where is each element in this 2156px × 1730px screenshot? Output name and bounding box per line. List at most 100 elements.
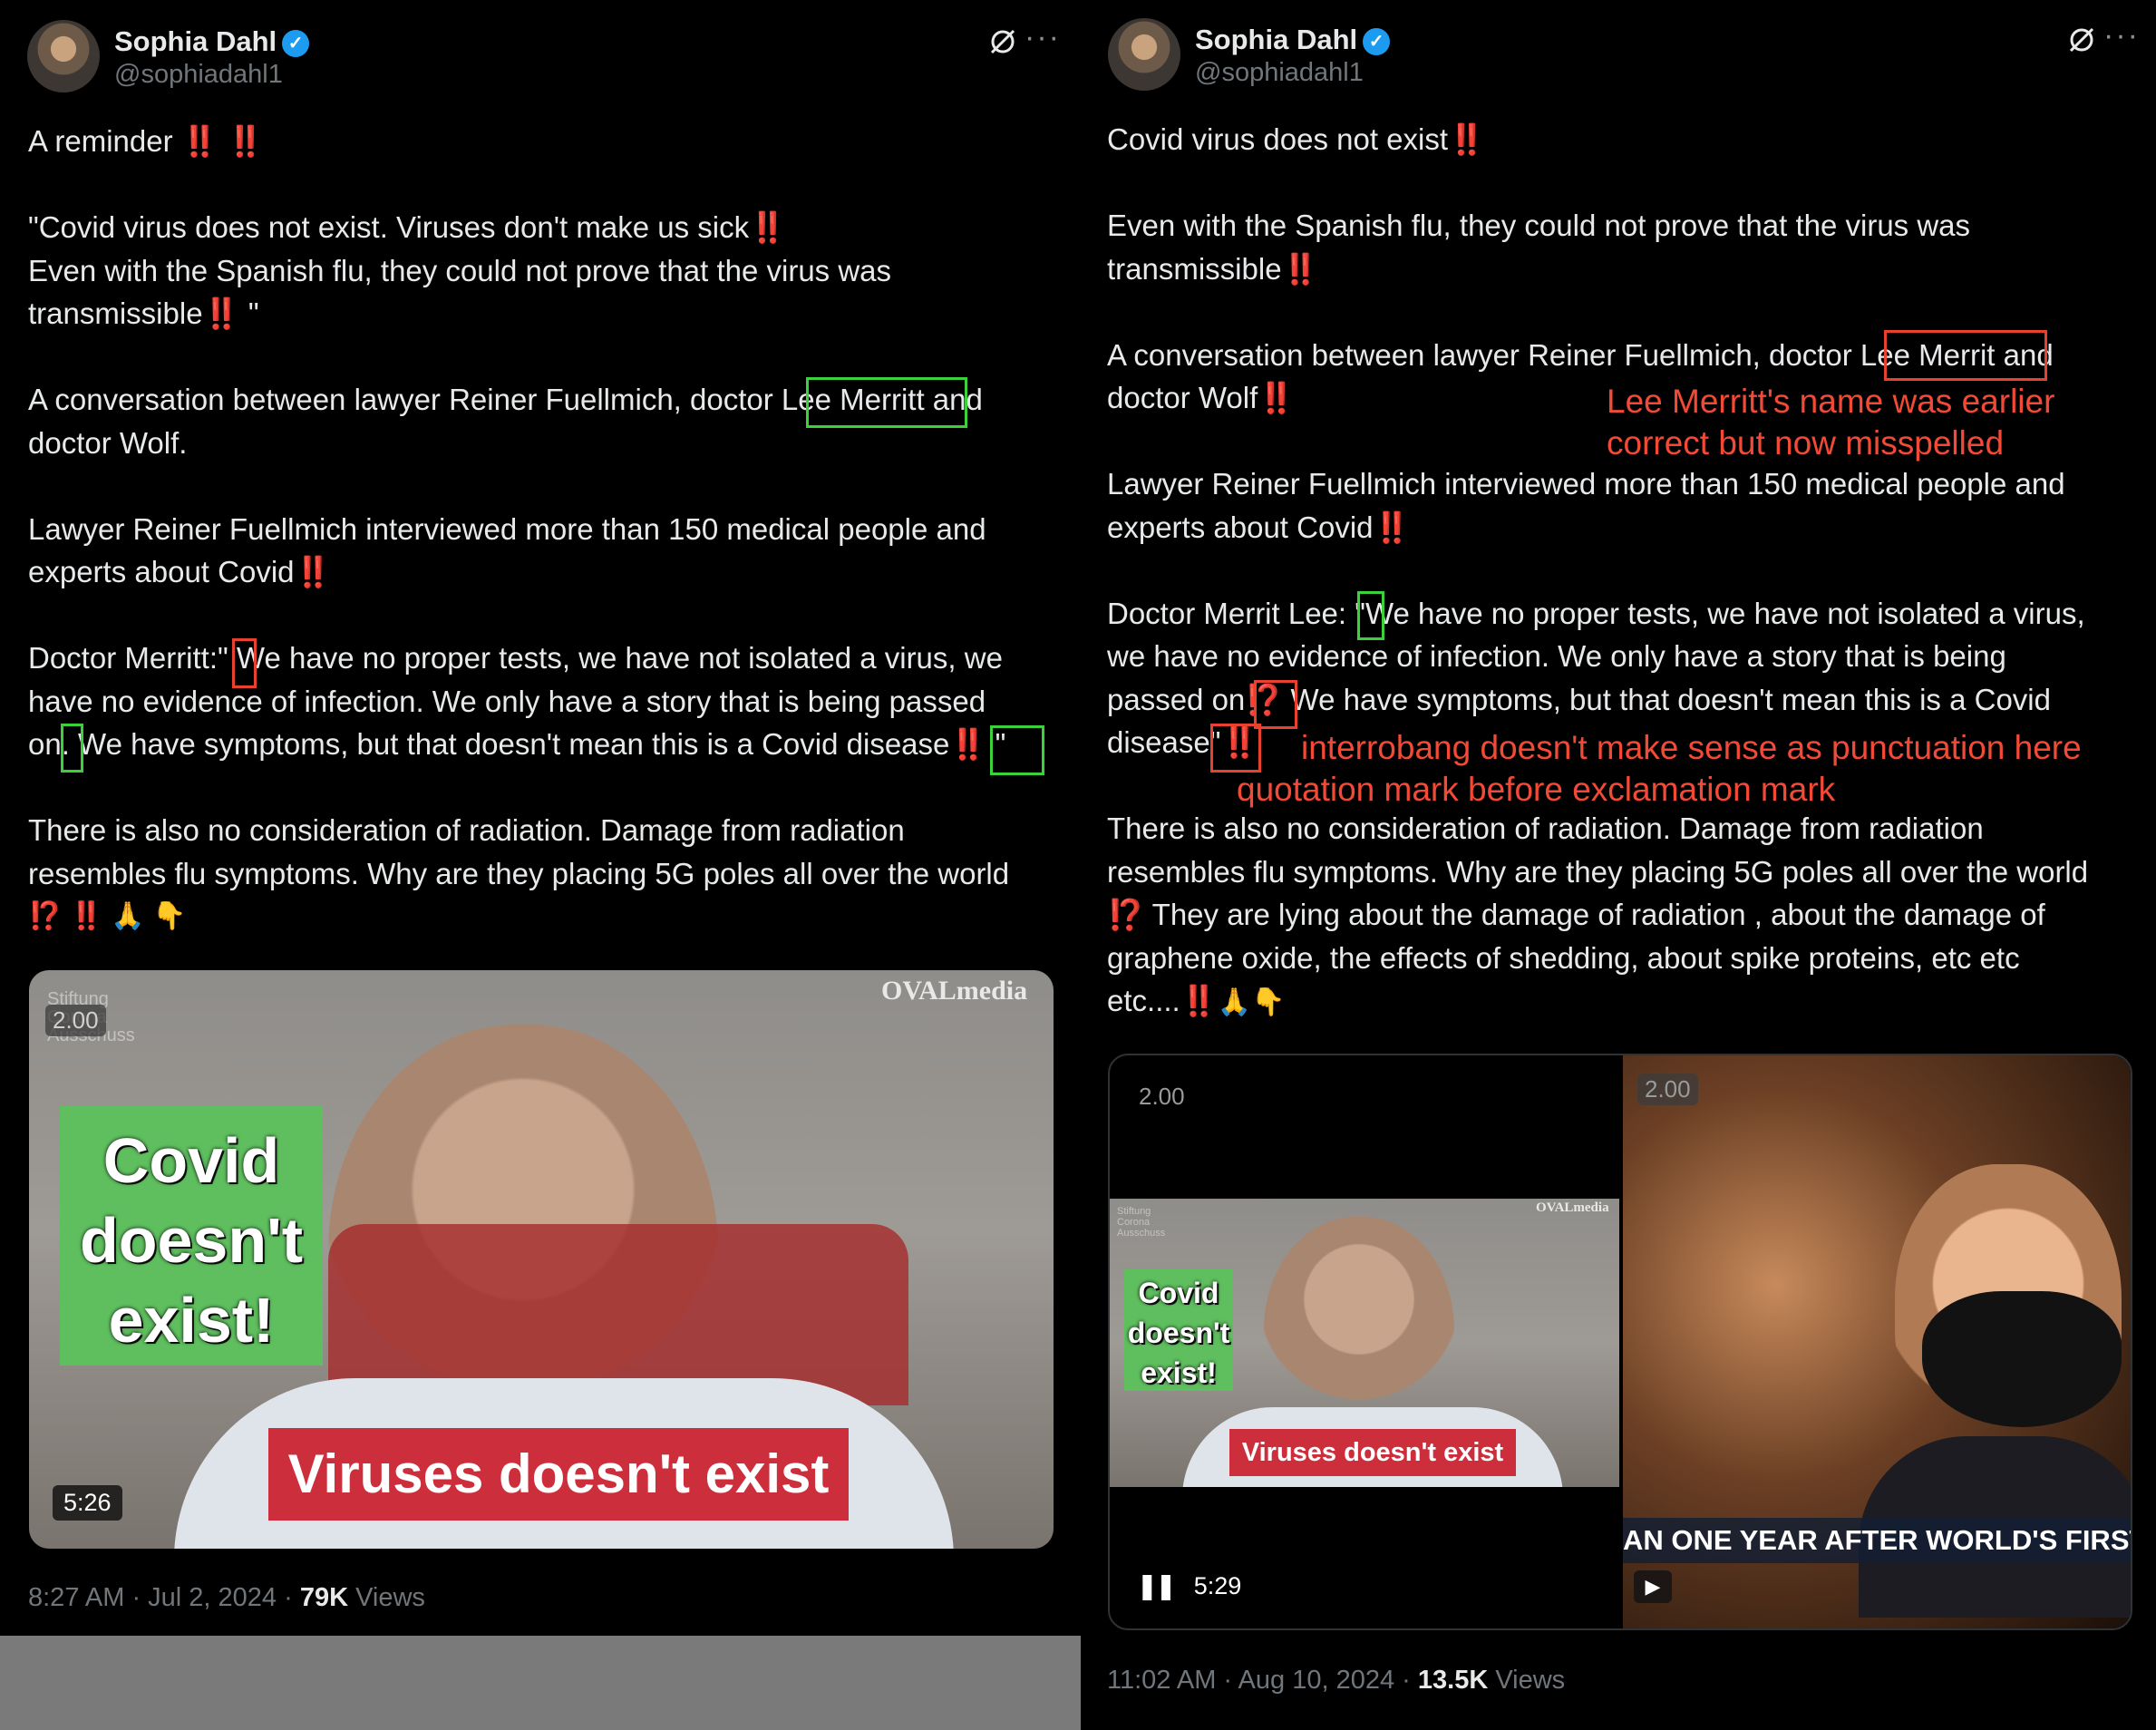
grok-icon[interactable] bbox=[988, 27, 1017, 56]
double-exclamation-icon: ‼️ bbox=[1258, 381, 1296, 414]
more-icon[interactable]: ··· bbox=[1025, 20, 1061, 55]
tweet-line: Lawyer Reiner Fuellmich interviewed more… bbox=[28, 511, 986, 546]
tweet-line: A conversation between lawyer Reiner Fue… bbox=[1107, 337, 1860, 372]
highlight-box-name bbox=[806, 377, 967, 428]
playback-speed-badge[interactable]: 2.00 bbox=[1637, 1074, 1698, 1105]
emoji-pray-point: 🙏👇 bbox=[1217, 987, 1286, 1017]
tweet-line: A conversation between lawyer Reiner Fue… bbox=[28, 383, 782, 416]
tweet-line: disease" bbox=[1107, 725, 1221, 759]
video-caption-card: Covid doesn't exist! bbox=[1124, 1269, 1233, 1391]
highlight-box-quote bbox=[232, 638, 257, 688]
tweet-line: transmissible bbox=[1107, 251, 1282, 286]
video-controls: ❚❚ 5:29 bbox=[1137, 1572, 1241, 1600]
author-name-line[interactable]: Sophia Dahl ✓ bbox=[114, 25, 310, 58]
video-duration: 5:26 bbox=[53, 1485, 122, 1521]
grok-icon[interactable] bbox=[2067, 25, 2096, 54]
annotation-name-note-line2: correct but now misspelled bbox=[1607, 424, 2005, 462]
tweet-line: resembles flu symptoms. Why are they pla… bbox=[1107, 854, 2089, 889]
double-exclamation-icon: ‼️ bbox=[1448, 122, 1486, 156]
views-label: Views bbox=[348, 1583, 425, 1612]
double-exclamation-icon: ‼️ bbox=[1180, 984, 1218, 1017]
tweet-timestamp[interactable]: 8:27 AM · Jul 2, 2024 · bbox=[28, 1583, 300, 1612]
pause-icon[interactable]: ❚❚ bbox=[1137, 1572, 1176, 1599]
quote-mark: " bbox=[248, 296, 259, 330]
highlight-box-exclamation-quote bbox=[990, 725, 1044, 775]
double-exclamation-icon: ‼️ bbox=[1281, 251, 1319, 286]
right-tweet: Sophia Dahl ✓ @sophiadahl1 ··· Covid viru… bbox=[1081, 0, 2156, 1730]
double-exclamation-icon: ‼️ ‼️ bbox=[180, 124, 265, 158]
tweet-timestamp[interactable]: 11:02 AM · Aug 10, 2024 · bbox=[1107, 1666, 1418, 1695]
double-exclamation-icon: ‼️ bbox=[949, 727, 987, 761]
tweet-line: There is also no consideration of radiat… bbox=[28, 813, 905, 847]
playback-speed-badge[interactable]: 2.00 bbox=[45, 1005, 106, 1036]
video-banner: Viruses doesn't exist bbox=[268, 1428, 849, 1521]
stiftung-logo: Stiftung Corona Ausschuss bbox=[1117, 1206, 1166, 1239]
avatar[interactable] bbox=[1108, 18, 1180, 91]
verified-badge-icon: ✓ bbox=[1363, 27, 1391, 55]
views-count: 79K bbox=[299, 1583, 349, 1612]
news-ticker: AN ONE YEAR AFTER WORLD'S FIRST COVID LO… bbox=[1623, 1518, 2131, 1563]
double-exclamation-icon: ‼️ bbox=[202, 296, 240, 330]
tweet-line: doctor Wolf bbox=[1107, 381, 1258, 414]
face-mask bbox=[1922, 1291, 2122, 1427]
author-name-line[interactable]: Sophia Dahl ✓ bbox=[1195, 24, 1391, 56]
tweet-line: They are lying about the damage of radia… bbox=[1144, 898, 2045, 931]
interrobang-icon: ⁉️ bbox=[1107, 898, 1145, 931]
tweet-line: A reminder bbox=[28, 124, 173, 158]
playback-speed-badge[interactable]: 2.00 bbox=[1131, 1081, 1192, 1113]
tweet-line: etc.... bbox=[1107, 984, 1180, 1017]
highlight-box-period bbox=[61, 724, 83, 773]
play-icon[interactable]: ▶ bbox=[1634, 1570, 1672, 1603]
tweet-header: Sophia Dahl ✓ @sophiadahl1 ··· bbox=[27, 20, 1061, 96]
ovalmedia-watermark: OVALmedia bbox=[1536, 1200, 1609, 1215]
gray-background-strip bbox=[0, 1636, 1081, 1730]
tweet-line: resembles flu symptoms. Why are they pla… bbox=[28, 856, 1010, 890]
author-name[interactable]: Sophia Dahl bbox=[114, 25, 277, 57]
tweet-line: There is also no consideration of radiat… bbox=[1107, 812, 1984, 845]
views-label: Views bbox=[1488, 1666, 1566, 1695]
highlight-box-interrobang bbox=[1254, 680, 1297, 729]
tweet-line: We have symptoms, but that doesn't mean … bbox=[69, 727, 950, 761]
tweet-line: "Covid virus does not exist. Viruses don… bbox=[28, 210, 750, 244]
tweet-line: experts about Covid bbox=[28, 555, 295, 588]
more-icon[interactable]: ··· bbox=[2103, 18, 2140, 53]
tweet-meta: 11:02 AM · Aug 10, 2024 · 13.5K Views bbox=[1107, 1666, 1565, 1696]
video-player[interactable]: Stiftung Corona Ausschuss 2.00 OVALmedia… bbox=[29, 970, 1054, 1549]
tweet-line: " We have no proper tests, we have not i… bbox=[218, 641, 1003, 675]
annotation-interrobang-note: interrobang doesn't make sense as punctu… bbox=[1301, 729, 2082, 766]
tweet-line: Even with the Spanish flu, they could no… bbox=[1107, 209, 1971, 242]
tweet-line: We have symptoms, but that doesn't mean … bbox=[1282, 682, 2051, 716]
ovalmedia-watermark: OVALmedia bbox=[881, 976, 1028, 1006]
annotation-name-note-line1: Lee Merritt's name was earlier bbox=[1607, 383, 2055, 420]
tweet-text: Covid virus does not exist‼️ Even with t… bbox=[1107, 118, 2150, 1025]
video-player[interactable]: Stiftung Corona Ausschuss OVALmedia Covi… bbox=[1108, 1054, 2132, 1630]
views-count: 13.5K bbox=[1417, 1666, 1489, 1695]
highlight-box-quote-exclamation bbox=[1210, 724, 1261, 773]
tweet-line: passed on bbox=[1107, 682, 1246, 716]
double-exclamation-icon: ‼️ bbox=[749, 210, 787, 244]
author-name[interactable]: Sophia Dahl bbox=[1195, 24, 1357, 55]
double-exclamation-icon: ‼️ bbox=[1373, 510, 1411, 544]
tweet-line: transmissible bbox=[28, 296, 203, 330]
tweet-line: Covid virus does not exist bbox=[1107, 122, 1449, 156]
tweet-line: we have no evidence of infection. We onl… bbox=[1107, 639, 2006, 673]
tweet-meta: 8:27 AM · Jul 2, 2024 · 79K Views bbox=[28, 1583, 425, 1613]
left-tweet: Sophia Dahl ✓ @sophiadahl1 ··· A reminder… bbox=[0, 0, 1081, 1730]
tweet-text: A reminder ‼️ ‼️ "Covid virus does not e… bbox=[28, 120, 1071, 938]
video-banner: Viruses doesn't exist bbox=[1229, 1429, 1516, 1476]
avatar[interactable] bbox=[27, 20, 100, 92]
tweet-line: graphene oxide, the effects of shedding,… bbox=[1107, 940, 2020, 975]
author-handle[interactable]: @sophiadahl1 bbox=[114, 60, 283, 90]
highlight-box-name bbox=[1884, 330, 2047, 381]
author-handle[interactable]: @sophiadahl1 bbox=[1195, 58, 1364, 88]
tweet-line: experts about Covid bbox=[1107, 510, 1374, 544]
tweet-line: have no evidence of infection. We only h… bbox=[28, 684, 986, 718]
tweet-header: Sophia Dahl ✓ @sophiadahl1 ··· bbox=[1108, 18, 2141, 94]
video-duration: 5:29 bbox=[1193, 1572, 1242, 1599]
video-clip-right: AN ONE YEAR AFTER WORLD'S FIRST COVID LO… bbox=[1623, 1055, 2131, 1628]
verified-badge-icon: ✓ bbox=[282, 29, 310, 57]
video-clip-left: Stiftung Corona Ausschuss OVALmedia Covi… bbox=[1110, 1199, 1619, 1487]
tweet-line: We have no proper tests, we have not iso… bbox=[1364, 596, 2085, 630]
highlight-box-quote bbox=[1357, 591, 1384, 640]
tweet-line: Doctor Merritt: bbox=[28, 641, 219, 675]
